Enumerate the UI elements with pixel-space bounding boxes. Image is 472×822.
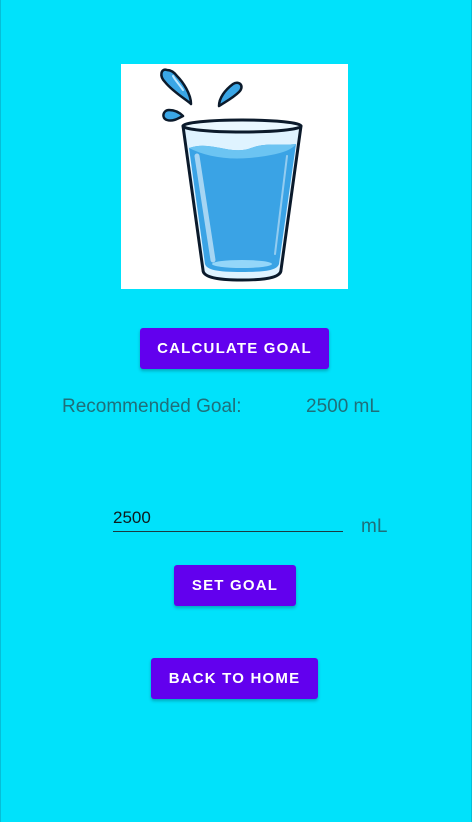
goal-input[interactable] (113, 504, 343, 532)
screen-edge-left (0, 0, 1, 822)
goal-unit-label: mL (361, 516, 388, 537)
recommended-goal-value: 2500 mL (306, 396, 380, 417)
water-goal-screen: CALCULATE GOAL Recommended Goal: 2500 mL… (0, 0, 472, 822)
calculate-goal-button[interactable]: CALCULATE GOAL (140, 328, 329, 369)
recommended-goal-label: Recommended Goal: (62, 396, 242, 417)
set-goal-button[interactable]: SET GOAL (174, 565, 296, 606)
water-glass-icon (160, 68, 303, 282)
water-glass-image (121, 64, 348, 289)
back-to-home-button[interactable]: BACK TO HOME (151, 658, 318, 699)
